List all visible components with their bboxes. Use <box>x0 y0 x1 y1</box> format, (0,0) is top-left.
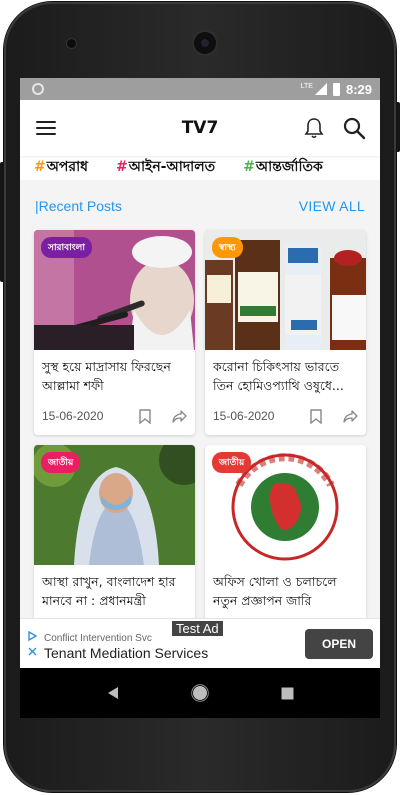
volume-button <box>0 162 4 282</box>
ad-banner[interactable]: Test Ad Conflict Intervention Svc Tenant… <box>20 618 380 668</box>
front-camera <box>194 32 216 54</box>
post-image: জাতীয় <box>205 445 366 565</box>
share-button[interactable] <box>171 408 187 424</box>
recents-icon[interactable] <box>281 687 294 700</box>
menu-button[interactable] <box>34 116 58 140</box>
tag-international[interactable]: #আন্তর্জাতিক <box>243 155 323 179</box>
category-badge: স্বাস্থ্য <box>212 237 243 258</box>
search-button[interactable] <box>342 116 366 140</box>
post-date: 15-06-2020 <box>42 409 104 423</box>
post-date: 15-06-2020 <box>213 409 275 423</box>
bookmark-icon <box>139 408 151 424</box>
post-title: আস্থা রাখুন, বাংলাদেশ হার মানবে না : প্র… <box>42 574 176 608</box>
close-icon[interactable] <box>28 647 37 656</box>
post-title: করোনা চিকিৎসায় ভারতে তিন হোমিওপ্যাথি ওষ… <box>213 359 344 393</box>
bookmark-button[interactable] <box>308 408 324 424</box>
post-card[interactable]: সারাবাংলা সুস্থ হয়ে মাদ্রাসায় ফিরছেন আ… <box>34 230 195 435</box>
tag-strip: #অপরাধ #আইন-আদালত #আন্তর্জাতিক <box>20 154 380 180</box>
section-title: |Recent Posts <box>35 198 122 214</box>
adchoices-icon[interactable] <box>27 631 37 641</box>
front-sensor <box>67 39 76 48</box>
power-button <box>396 102 400 152</box>
network-type: LTE <box>300 82 313 90</box>
status-bar: LTE 8:29 <box>20 78 380 100</box>
category-badge: সারাবাংলা <box>41 237 92 258</box>
post-title: অফিস খোলা ও চলাচলে নতুন প্রজ্ঞাপন জারি <box>213 574 337 608</box>
recent-posts-header: |Recent Posts VIEW ALL <box>20 182 380 230</box>
post-image: সারাবাংলা <box>34 230 195 350</box>
tag-crime[interactable]: #অপরাধ <box>34 155 88 179</box>
bell-icon <box>304 118 324 139</box>
system-nav-bar <box>20 668 380 718</box>
bookmark-icon <box>310 408 322 424</box>
back-icon[interactable] <box>106 686 120 700</box>
post-image: জাতীয় <box>34 445 195 565</box>
post-image: স্বাস্থ্য <box>205 230 366 350</box>
app-bar: TV7 <box>20 100 380 156</box>
category-badge: জাতীয় <box>212 452 252 473</box>
clock: 8:29 <box>345 81 372 97</box>
notification-icon <box>32 83 44 95</box>
share-icon <box>342 409 358 423</box>
notifications-button[interactable] <box>302 116 326 140</box>
menu-icon <box>36 121 56 135</box>
post-title: সুস্থ হয়ে মাদ্রাসায় ফিরছেন আল্লামা শফী <box>42 359 171 393</box>
ad-open-button[interactable]: OPEN <box>305 628 373 659</box>
ad-headline: Tenant Mediation Services <box>44 644 209 661</box>
category-badge: জাতীয় <box>41 452 81 473</box>
share-button[interactable] <box>342 408 358 424</box>
battery-icon <box>332 82 340 96</box>
view-all-link[interactable]: VIEW ALL <box>299 198 365 214</box>
post-grid: সারাবাংলা সুস্থ হয়ে মাদ্রাসায় ফিরছেন আ… <box>20 230 380 650</box>
signal-icon <box>314 83 327 95</box>
tag-law-court[interactable]: #আইন-আদালত <box>116 155 215 179</box>
share-icon <box>171 409 187 423</box>
home-icon[interactable] <box>191 684 210 702</box>
post-card[interactable]: স্বাস্থ্য করোনা চিকিৎসায় ভারতে তিন হোমি… <box>205 230 366 435</box>
screen: LTE 8:29 TV7 #অপরাধ #আইন-আদালত #আন্তর্জা… <box>20 78 380 718</box>
ad-label: Test Ad <box>172 621 223 636</box>
search-icon <box>343 117 366 140</box>
bookmark-button[interactable] <box>137 408 153 424</box>
